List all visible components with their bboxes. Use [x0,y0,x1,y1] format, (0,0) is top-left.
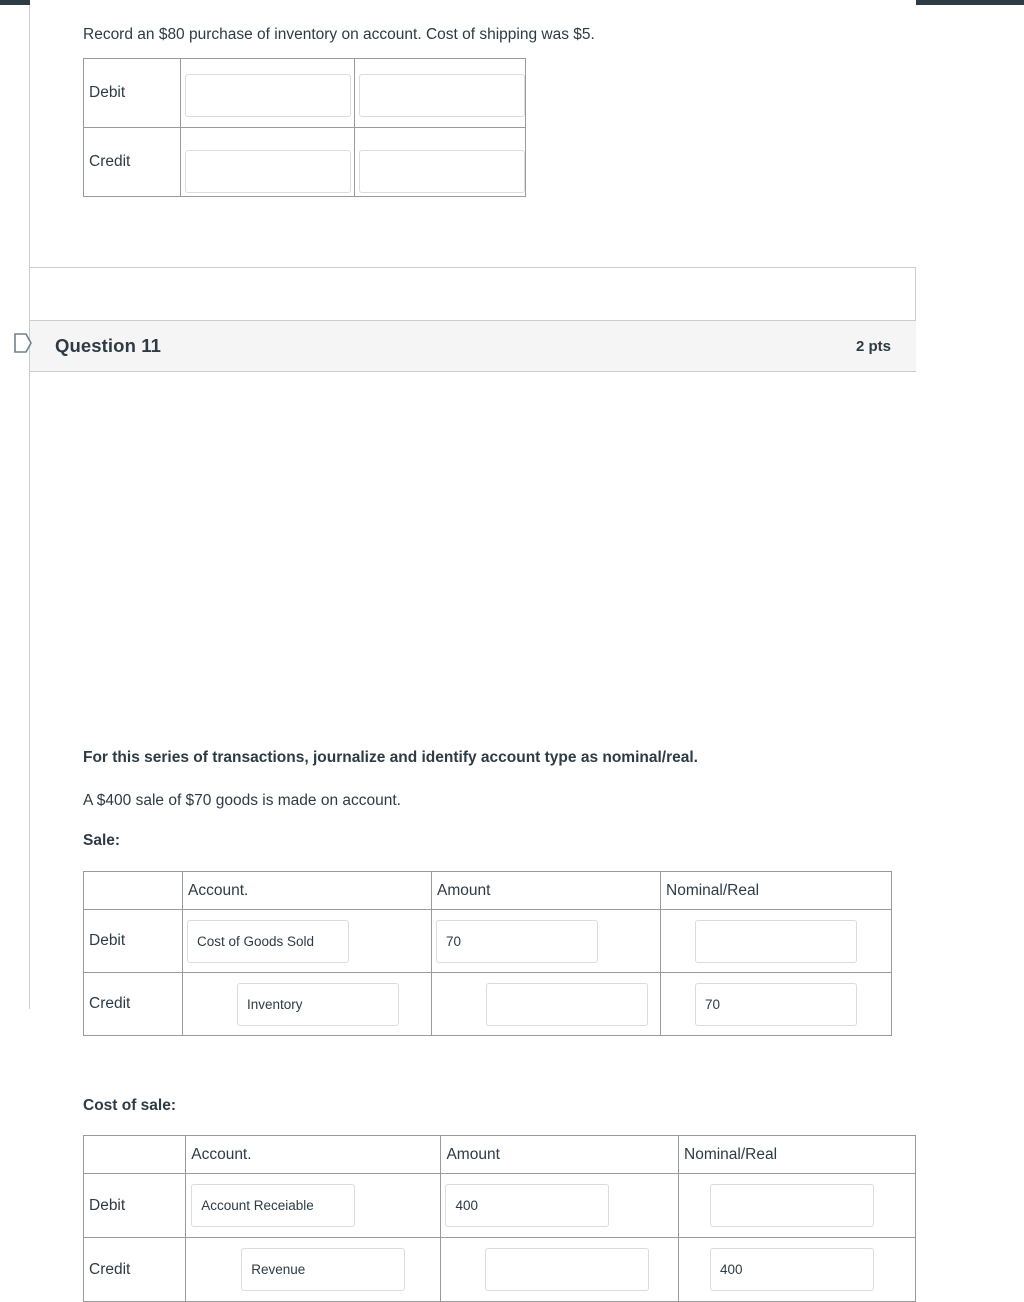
sale-credit-account-cell [182,972,432,1036]
cost-credit-amount-cell [440,1237,680,1302]
sale-debit-amount-input[interactable] [436,919,598,963]
debit-account-cell [180,58,355,128]
question-11-instruction: For this series of transactions, journal… [83,749,698,766]
row-label-debit: Debit [89,1196,126,1214]
cost-debit-nominal-real-cell [678,1173,916,1238]
column-header-blank [84,1146,89,1163]
header-cell-blank [82,1135,187,1174]
credit-amount-cell [354,127,526,197]
table-row: Debit [82,1173,916,1238]
sale-credit-nominal-real-cell [660,972,892,1036]
column-header-nominal-real: Nominal/Real [684,1145,778,1163]
row-label-credit: Credit [89,153,131,170]
table-header-row: Account. Amount Nominal/Real [83,871,892,910]
header-cell-nominal-real: Nominal/Real [660,871,892,910]
header-cell-amount: Amount [431,871,661,910]
table-header-row: Account. Amount Nominal/Real [82,1135,916,1174]
row-label-cell: Debit [82,1173,187,1238]
header-cell-account: Account. [182,871,432,910]
row-label-credit: Credit [89,995,131,1012]
question-10-journal-table: Debit Credit [83,58,526,197]
column-header-amount: Amount [437,881,491,899]
row-label-credit: Credit [89,1260,131,1278]
section-label-cost-of-sale: Cost of sale: [83,1097,177,1114]
credit-account-cell [180,127,355,197]
row-label-cell: Credit [83,127,181,197]
cost-debit-amount-cell [440,1173,680,1238]
row-label-cell: Credit [82,1237,187,1302]
header-cell-amount: Amount [440,1135,680,1174]
question-points: 2 pts [855,337,891,355]
question-11-scenario: A $400 sale of $70 goods is made on acco… [83,792,401,809]
column-header-blank [84,882,89,899]
table-row: Credit [83,127,526,197]
table-row: Debit [83,58,526,128]
cost-debit-nominal-real-input[interactable] [710,1184,875,1227]
sale-debit-account-cell [182,909,432,973]
question-11-header: Question 11 2 pts [14,321,916,372]
sale-debit-amount-cell [431,909,661,973]
header-cell-account: Account. [185,1135,442,1174]
question-card-partial: Record an $80 purchase of inventory on a… [30,0,916,268]
section-label-sale: Sale: [83,832,121,849]
cost-of-sale-journal-table: Account. Amount Nominal/Real Debit Accou… [82,1135,916,1302]
sale-credit-account-input[interactable] [237,982,399,1026]
sale-credit-amount-input[interactable] [486,982,648,1026]
row-label-debit: Debit [89,932,126,949]
question-title: Question 11 [55,335,161,356]
cost-credit-nominal-real-input[interactable] [710,1248,875,1291]
column-header-nominal-real: Nominal/Real [666,881,760,899]
question-card-11: Question 11 2 pts For this series of tra… [14,320,916,1302]
sale-debit-nominal-real-input[interactable] [695,919,857,963]
table-row: Debit [83,909,892,973]
cost-credit-account-cell [185,1237,442,1302]
header-cell-nominal-real: Nominal/Real [678,1135,916,1174]
cost-debit-amount-input[interactable] [445,1184,610,1227]
quiz-content-column: Record an $80 purchase of inventory on a… [14,0,916,1302]
row-label-cell: Debit [83,909,183,973]
q10-debit-amount-input[interactable] [359,73,525,117]
question-10-prompt: Record an $80 purchase of inventory on a… [83,26,595,43]
table-row: Credit [83,972,892,1036]
column-header-account: Account. [191,1145,252,1163]
cost-debit-account-input[interactable] [191,1184,356,1227]
cost-credit-account-input[interactable] [241,1248,406,1291]
cost-debit-account-cell [185,1173,442,1238]
q10-credit-account-input[interactable] [185,149,351,193]
header-cell-blank [83,871,183,910]
bookmark-flag-icon[interactable] [14,332,32,354]
sale-journal-table: Account. Amount Nominal/Real Debit Cost … [83,871,892,1036]
q10-credit-amount-input[interactable] [359,149,525,193]
sale-credit-amount-cell [431,972,661,1036]
q10-debit-account-input[interactable] [185,73,351,117]
row-label-debit: Debit [89,84,126,101]
row-label-cell: Debit [83,58,181,128]
sale-debit-nominal-real-cell [660,909,892,973]
sale-credit-nominal-real-input[interactable] [695,982,857,1026]
cost-credit-amount-input[interactable] [485,1248,650,1291]
table-row: Credit [82,1237,916,1302]
sale-debit-account-input[interactable] [187,919,349,963]
row-label-cell: Credit [83,972,183,1036]
cost-credit-nominal-real-cell [678,1237,916,1302]
column-header-amount: Amount [446,1145,500,1163]
debit-amount-cell [354,58,526,128]
column-header-account: Account. [188,881,249,899]
